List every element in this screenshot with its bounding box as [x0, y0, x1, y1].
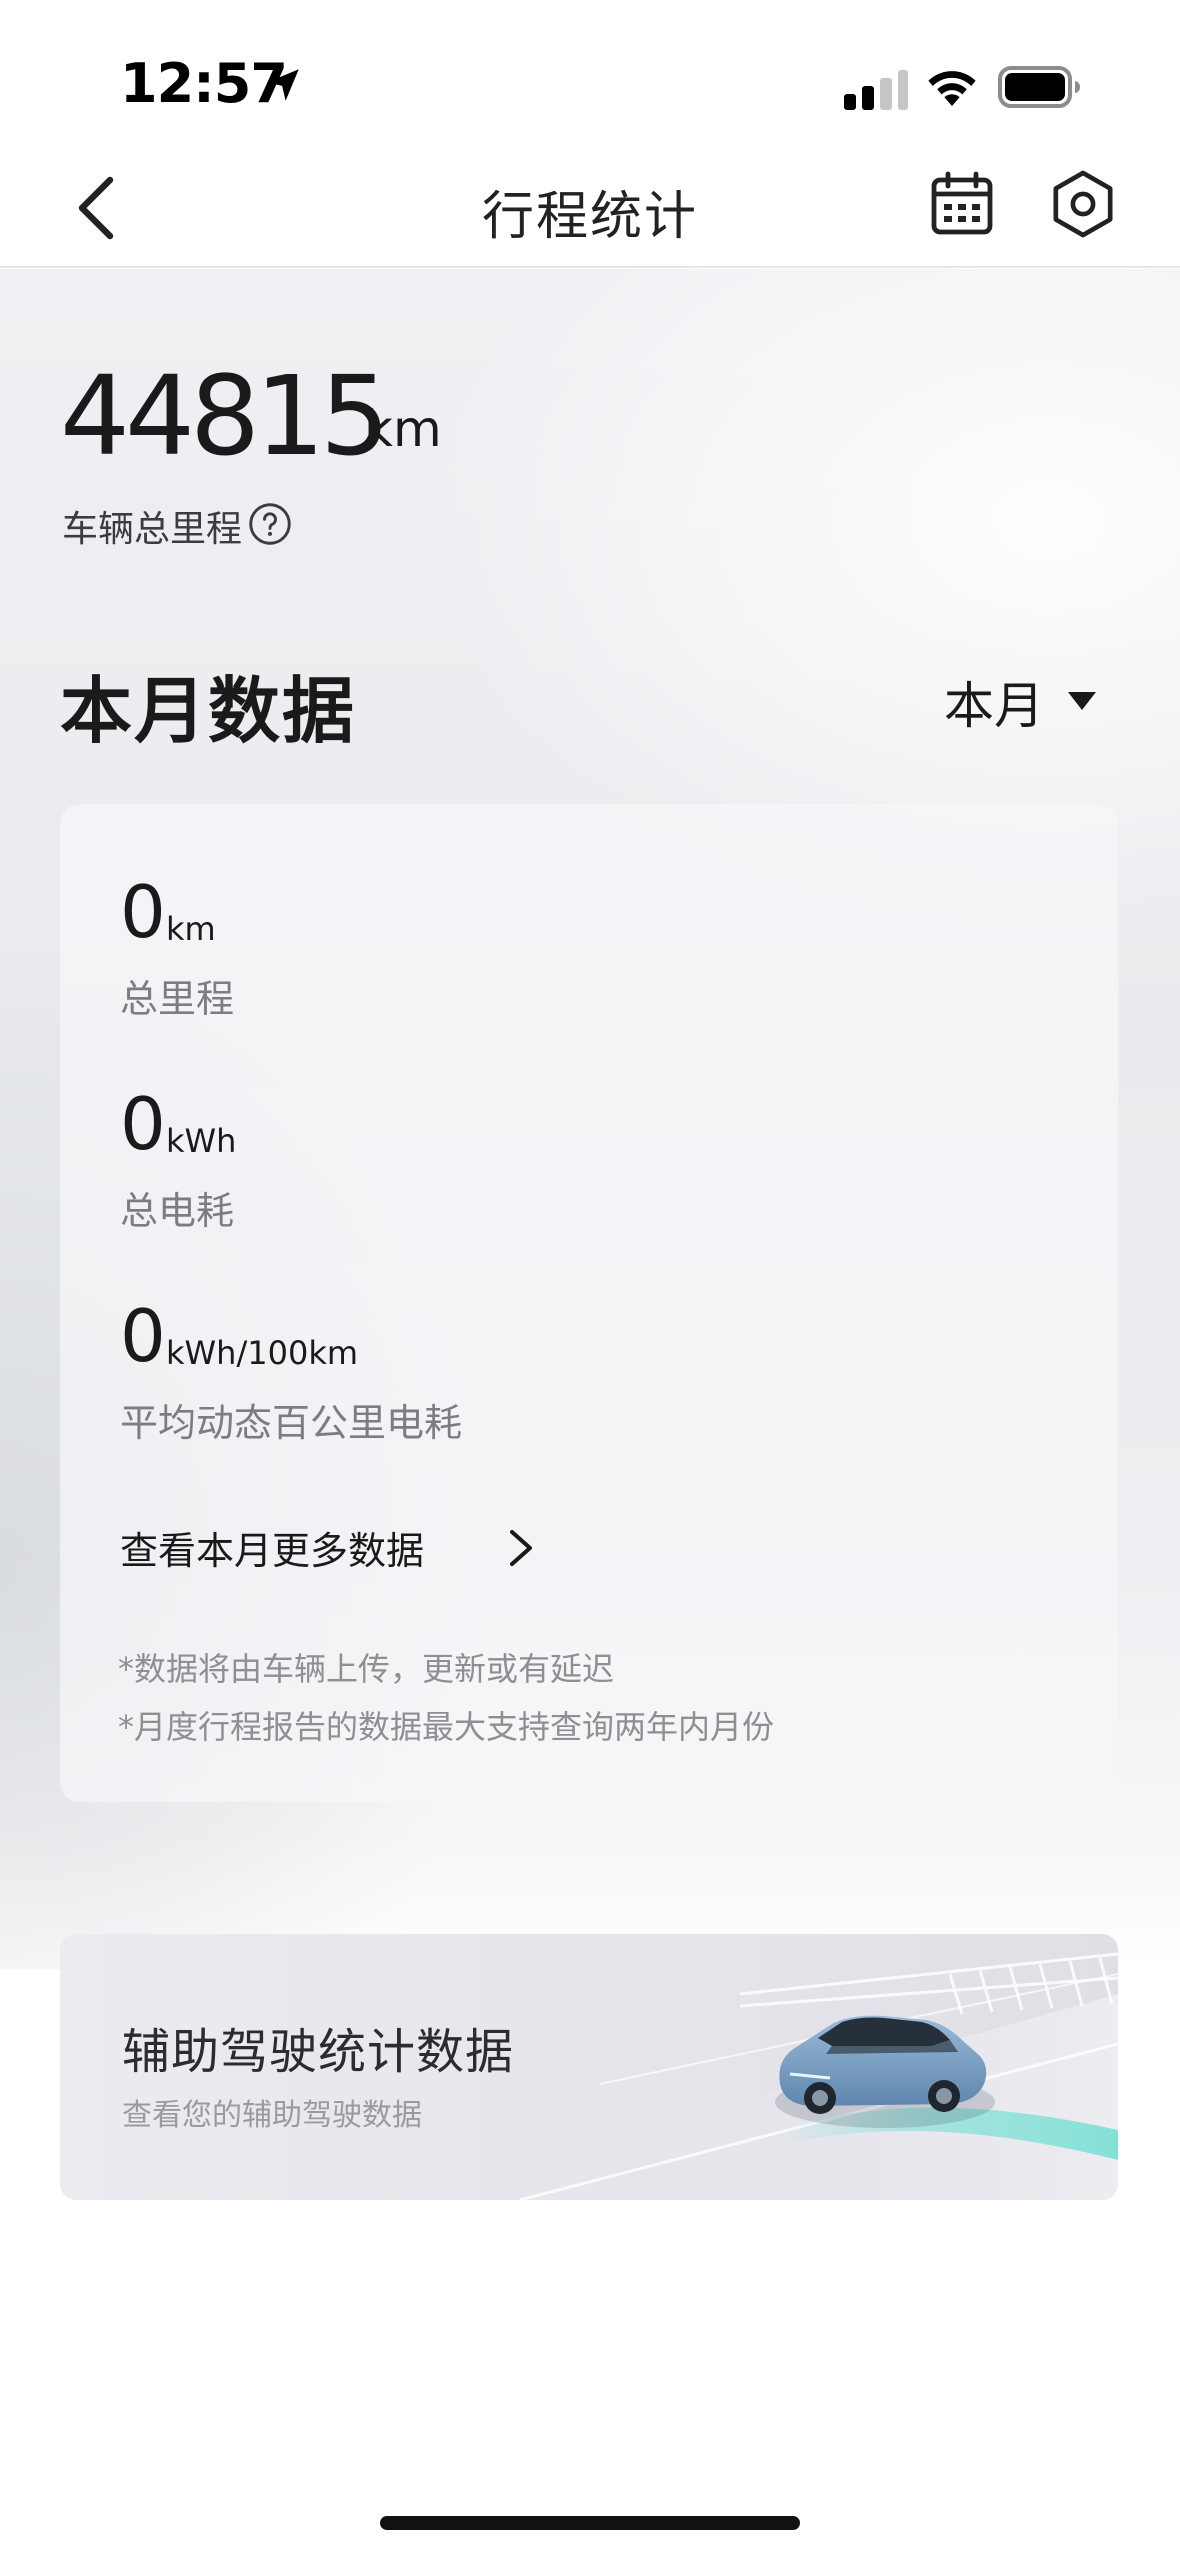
wifi-icon	[928, 71, 976, 106]
metric-total-energy: 0 kWh 总电耗	[120, 1082, 1020, 1233]
section-title: 本月数据	[60, 669, 357, 753]
navigation-bar: 行程统计	[0, 150, 1180, 268]
metric-label: 总电耗	[120, 1189, 235, 1233]
question-circle-icon[interactable]	[248, 502, 292, 546]
odometer-label: 车辆总里程	[62, 509, 243, 550]
metric-avg-consumption: 0 kWh/100km 平均动态百公里电耗	[120, 1294, 1020, 1445]
metric-total-distance: 0 km 总里程	[120, 870, 1020, 1021]
odometer-value: 44815	[60, 352, 390, 480]
assisted-driving-card[interactable]: 辅助驾驶统计数据 查看您的辅助驾驶数据	[60, 1934, 1118, 2200]
period-dropdown[interactable]: 本月	[944, 666, 1104, 736]
cellular-signal-icon	[844, 70, 908, 110]
caret-down-icon	[1068, 692, 1096, 710]
battery-icon	[998, 66, 1080, 108]
location-arrow-icon	[267, 69, 299, 101]
metric-label: 总里程	[120, 977, 235, 1021]
metric-label: 平均动态百公里电耗	[120, 1401, 463, 1445]
status-bar: 12:57	[0, 0, 1180, 150]
hexagon-settings-icon[interactable]	[1050, 168, 1116, 240]
metric-value: 0	[120, 1294, 166, 1378]
upload-delay-note: *数据将由车辆上传，更新或有延迟	[118, 1650, 615, 1688]
metric-unit: km	[166, 910, 216, 948]
monthly-data-card: 0 km 总里程 0 kWh 总电耗 0 kWh/100km 平均动态百公里电耗…	[60, 804, 1118, 1802]
assisted-driving-title: 辅助驾驶统计数据	[122, 2024, 515, 2080]
page-title: 行程统计	[481, 187, 698, 247]
metric-value: 0	[120, 870, 166, 954]
car-road-illustration	[480, 1952, 1118, 2200]
metric-value: 0	[120, 1082, 166, 1166]
assisted-driving-subtitle: 查看您的辅助驾驶数据	[122, 2098, 422, 2133]
calendar-icon[interactable]	[928, 170, 996, 238]
view-more-data-link[interactable]: 查看本月更多数据	[120, 1520, 540, 1580]
period-selected-value: 本月	[944, 677, 1044, 735]
metric-unit: kWh	[166, 1122, 237, 1160]
view-more-label: 查看本月更多数据	[120, 1529, 425, 1573]
metric-unit: kWh/100km	[166, 1334, 359, 1372]
home-indicator[interactable]	[380, 2516, 800, 2530]
query-range-note: *月度行程报告的数据最大支持查询两年内月份	[118, 1708, 775, 1746]
odometer-unit: km	[364, 400, 442, 458]
chevron-right-icon	[510, 1530, 532, 1566]
